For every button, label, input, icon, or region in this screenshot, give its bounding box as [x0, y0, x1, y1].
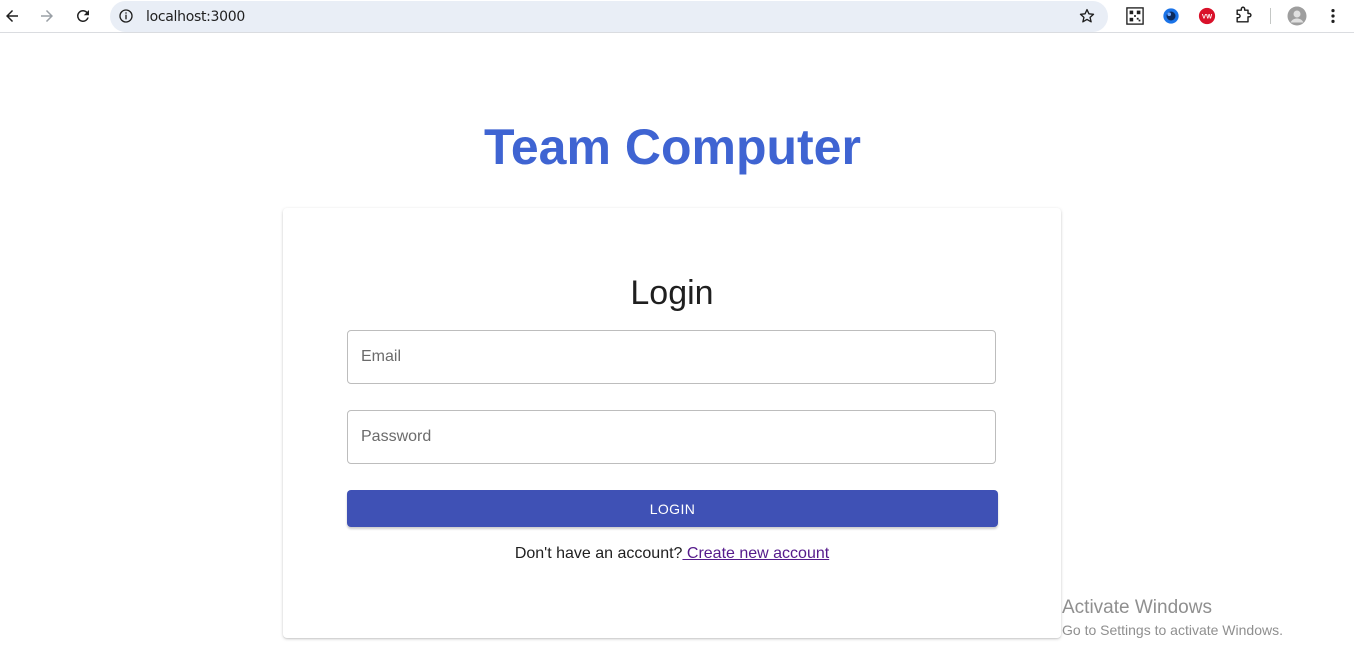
profile-button[interactable] [1287, 6, 1307, 26]
arrow-right-icon [41, 10, 53, 22]
url-text[interactable]: localhost:3000 [146, 9, 245, 25]
svg-text:VW: VW [1202, 14, 1212, 21]
chrome-menu-button[interactable] [1323, 6, 1343, 26]
email-field[interactable] [347, 330, 996, 384]
kebab-menu-icon [1331, 8, 1335, 24]
watermark-subtitle: Go to Settings to activate Windows. [1062, 622, 1283, 638]
watermark-title: Activate Windows [1062, 597, 1212, 618]
edge-extension[interactable] [1161, 6, 1181, 26]
email-input[interactable] [348, 331, 995, 383]
avatar-icon [1287, 6, 1307, 26]
signup-prompt-line: Don't have an account? Create new accoun… [283, 545, 1061, 563]
extensions-button[interactable] [1233, 6, 1253, 26]
reload-button[interactable] [71, 4, 95, 28]
address-bar[interactable]: localhost:3000 [110, 1, 1108, 32]
star-icon[interactable] [1078, 7, 1096, 25]
login-title: Login [630, 274, 714, 312]
password-input[interactable] [348, 411, 995, 463]
login-button[interactable]: LOGIN [347, 490, 998, 527]
signup-prompt-text: Don't have an account? [514, 545, 683, 562]
brand-title: Team Computer [484, 119, 861, 175]
edge-extension-icon [1163, 8, 1179, 24]
toolbar-divider [1270, 8, 1271, 24]
create-account-link[interactable]: Create new account [682, 545, 829, 562]
browser-toolbar: localhost:3000 VW [0, 0, 1354, 33]
arrow-left-icon [6, 10, 18, 22]
qr-code-icon [1126, 7, 1144, 25]
reload-icon [76, 9, 89, 22]
windows-activation-watermark: Activate Windows Go to Settings to activ… [1062, 597, 1283, 640]
back-button[interactable] [0, 4, 24, 28]
forward-button[interactable] [35, 4, 59, 28]
login-card: Login LOGIN Don't have an account? Creat… [283, 208, 1061, 638]
info-icon[interactable] [118, 8, 134, 24]
vw-extension[interactable]: VW [1197, 6, 1217, 26]
qr-code-extension[interactable] [1125, 6, 1145, 26]
puzzle-icon [1236, 6, 1252, 23]
password-field[interactable] [347, 410, 996, 464]
vw-extension-icon: VW [1198, 7, 1216, 25]
